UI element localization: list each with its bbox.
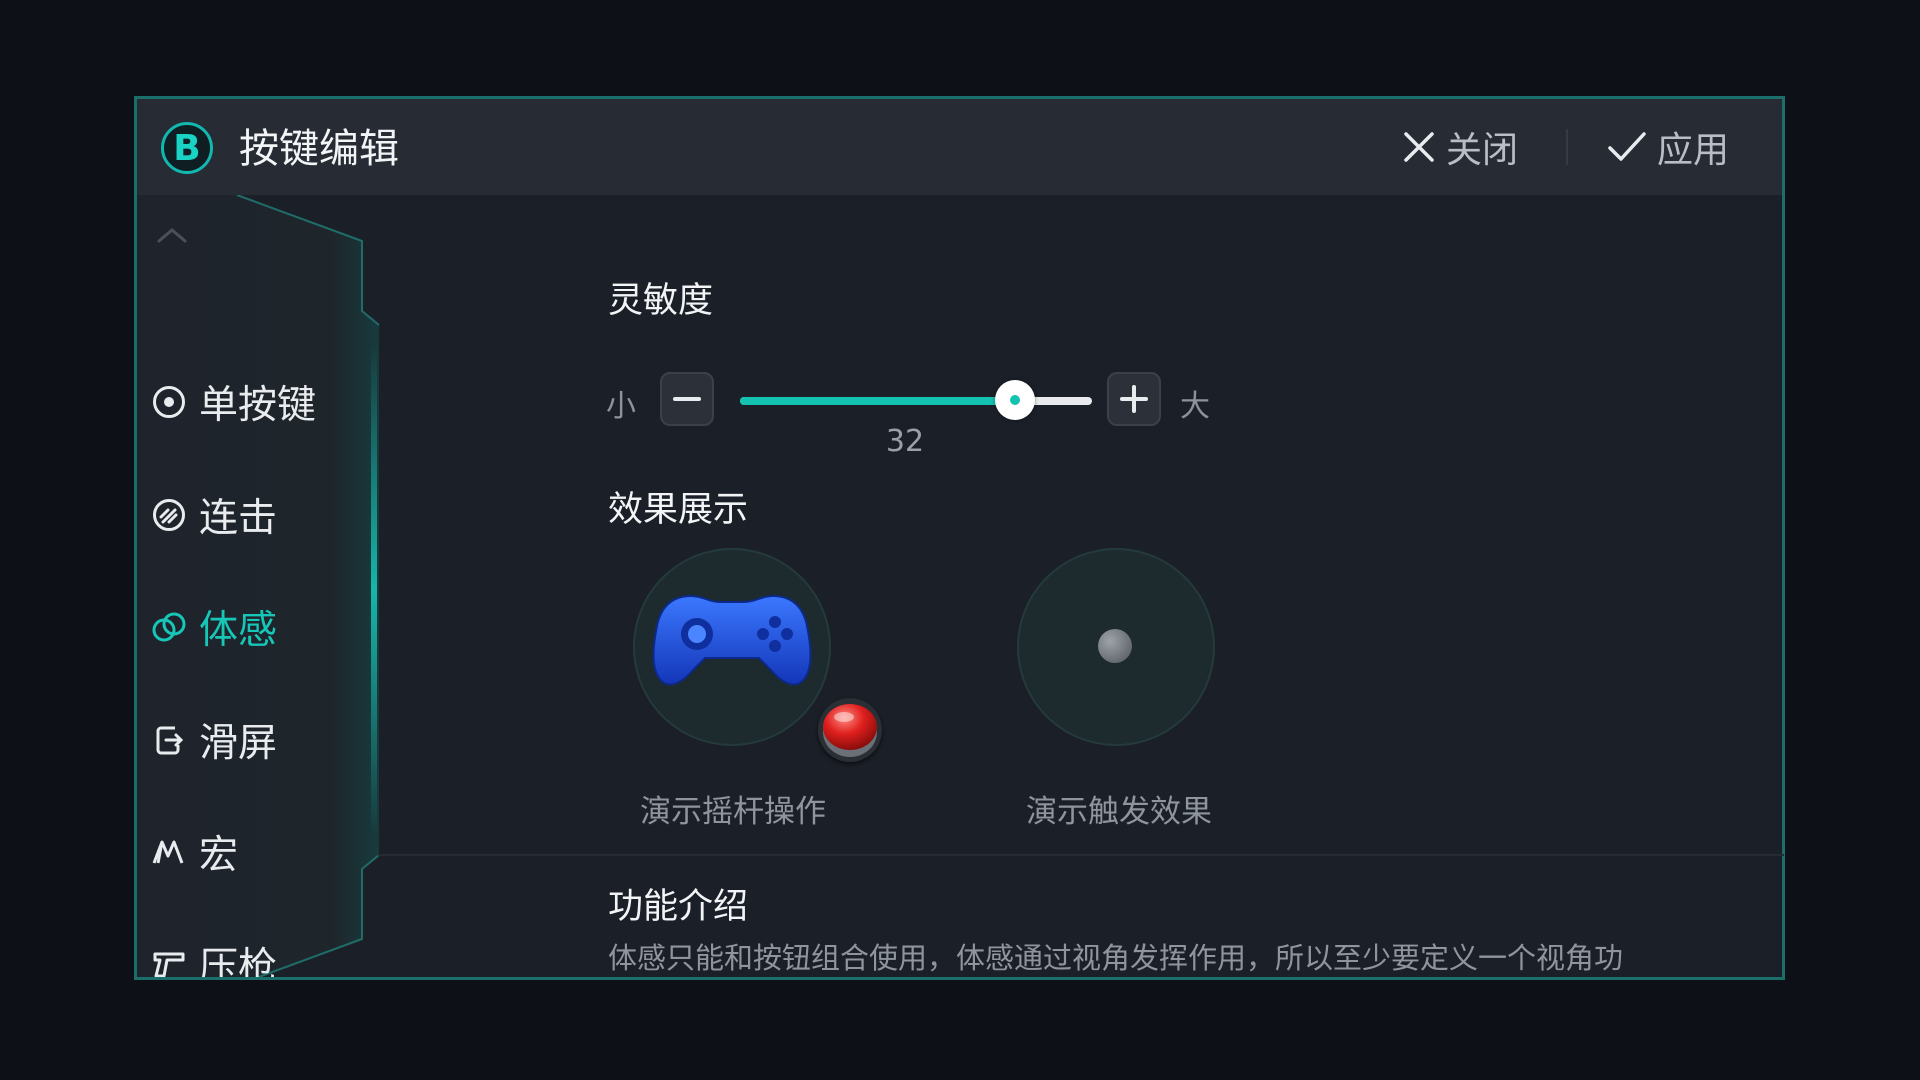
title-bar: B 按键编辑 关闭 应用 xyxy=(137,99,1782,195)
sidebar-item-combo[interactable]: 连击 xyxy=(151,485,277,545)
sidebar-item-label: 滑屏 xyxy=(199,721,278,766)
slider-thumb[interactable] xyxy=(994,380,1035,420)
trigger-demo-button[interactable] xyxy=(1017,548,1215,746)
sensitivity-value: 32 xyxy=(885,424,925,459)
sidebar-item-label: 连击 xyxy=(199,496,278,541)
sidebar-item-single-key[interactable]: 单按键 xyxy=(151,372,316,432)
joystick-demo-label: 演示摇杆操作 xyxy=(640,794,826,830)
gamepad-icon xyxy=(652,594,812,686)
sensitivity-max-label: 大 xyxy=(1180,389,1210,424)
joystick-demo-button[interactable] xyxy=(633,548,831,746)
trigger-dot-icon xyxy=(1098,629,1132,663)
sidebar-item-label: 体感 xyxy=(199,608,278,653)
sidebar-item-label: 单按键 xyxy=(199,383,317,428)
trigger-demo-label: 演示触发效果 xyxy=(1026,794,1212,830)
slider-fill xyxy=(740,397,1015,405)
sensitivity-increase-button[interactable] xyxy=(1107,372,1161,426)
sidebar: 单按键 连击 体感 滑屏 宏 压枪 xyxy=(137,195,387,977)
target-circle-icon xyxy=(151,384,187,420)
plus-icon xyxy=(1120,385,1148,413)
title-divider xyxy=(1566,129,1568,165)
swipe-screen-icon xyxy=(151,722,187,758)
minus-icon xyxy=(673,397,701,401)
intro-title: 功能介绍 xyxy=(608,887,749,927)
intro-description: 体感只能和按钮组合使用，体感通过视角发挥作用，所以至少要定义一个视角功 xyxy=(608,941,1624,975)
sidebar-item-swipe[interactable]: 滑屏 xyxy=(151,710,277,770)
apply-button[interactable]: 应用 xyxy=(1607,125,1729,171)
sidebar-item-label: 压枪 xyxy=(199,945,278,980)
sidebar-item-recoil[interactable]: 压枪 xyxy=(151,934,278,980)
apply-label: 应用 xyxy=(1657,130,1730,171)
section-divider xyxy=(378,854,1784,856)
sensitivity-min-label: 小 xyxy=(606,389,636,424)
red-button-icon xyxy=(818,698,882,762)
key-edit-dialog: B 按键编辑 关闭 应用 单按键 连击 体感 滑屏 宏 压枪 xyxy=(134,96,1785,980)
sensitivity-decrease-button[interactable] xyxy=(660,372,714,426)
sidebar-item-gyro[interactable]: 体感 xyxy=(151,597,277,657)
close-icon xyxy=(1402,130,1436,164)
sensitivity-title: 灵敏度 xyxy=(608,281,714,321)
scroll-up-chevron-icon[interactable] xyxy=(155,225,189,245)
gun-icon xyxy=(151,946,187,977)
dialog-title: 按键编辑 xyxy=(239,126,399,172)
sidebar-item-label: 宏 xyxy=(199,833,239,878)
close-label: 关闭 xyxy=(1446,130,1519,171)
close-button[interactable]: 关闭 xyxy=(1402,125,1518,171)
combo-circle-icon xyxy=(151,497,187,533)
app-logo-icon: B xyxy=(161,122,213,174)
check-icon xyxy=(1607,130,1647,164)
gyro-rings-icon xyxy=(151,609,187,645)
demo-title: 效果展示 xyxy=(608,490,749,530)
macro-icon xyxy=(151,834,187,870)
sidebar-item-macro[interactable]: 宏 xyxy=(151,822,238,882)
sensitivity-slider[interactable] xyxy=(740,380,1092,420)
